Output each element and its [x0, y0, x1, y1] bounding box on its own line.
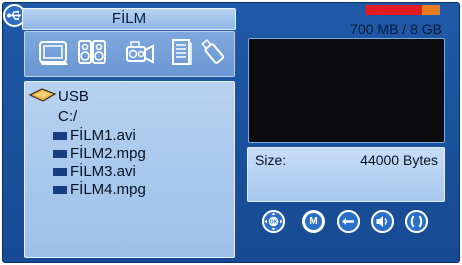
- file-name: FİLM1.avi: [70, 127, 136, 144]
- drive-label[interactable]: C:/: [58, 108, 77, 125]
- fullscreen-icon[interactable]: [405, 210, 428, 233]
- volume-icon[interactable]: [371, 210, 394, 233]
- file-name: FİLM2.mpg: [70, 145, 146, 162]
- menu-label: M: [305, 213, 322, 230]
- file-icon: [53, 132, 67, 140]
- file-name: FİLM3.avi: [70, 163, 136, 180]
- page-title: FİLM: [22, 8, 236, 30]
- ok-button[interactable]: OK: [262, 210, 285, 233]
- photo-icon[interactable]: [37, 35, 71, 69]
- file-icon: [53, 186, 67, 194]
- music-icon[interactable]: [75, 35, 109, 69]
- file-name: FİLM4.mpg: [70, 181, 146, 198]
- ok-label: OK: [270, 219, 278, 225]
- storage-warning-fill: [422, 5, 440, 15]
- usb-folder-icon: [28, 87, 58, 103]
- video-preview: [248, 38, 445, 143]
- storage-used-fill: [366, 5, 422, 15]
- file-icon: [53, 150, 67, 158]
- size-label: Size:: [255, 152, 287, 168]
- back-button[interactable]: [337, 210, 360, 233]
- storage-text: 700 MB / 8 GB: [350, 21, 442, 37]
- usb-root-label[interactable]: USB: [58, 88, 89, 105]
- document-icon[interactable]: [164, 35, 198, 69]
- menu-button[interactable]: M: [302, 210, 325, 233]
- file-icon: [53, 168, 67, 176]
- usb-drive-icon[interactable]: [196, 35, 230, 69]
- size-value: 44000 Bytes: [360, 152, 438, 168]
- video-icon[interactable]: [122, 35, 156, 69]
